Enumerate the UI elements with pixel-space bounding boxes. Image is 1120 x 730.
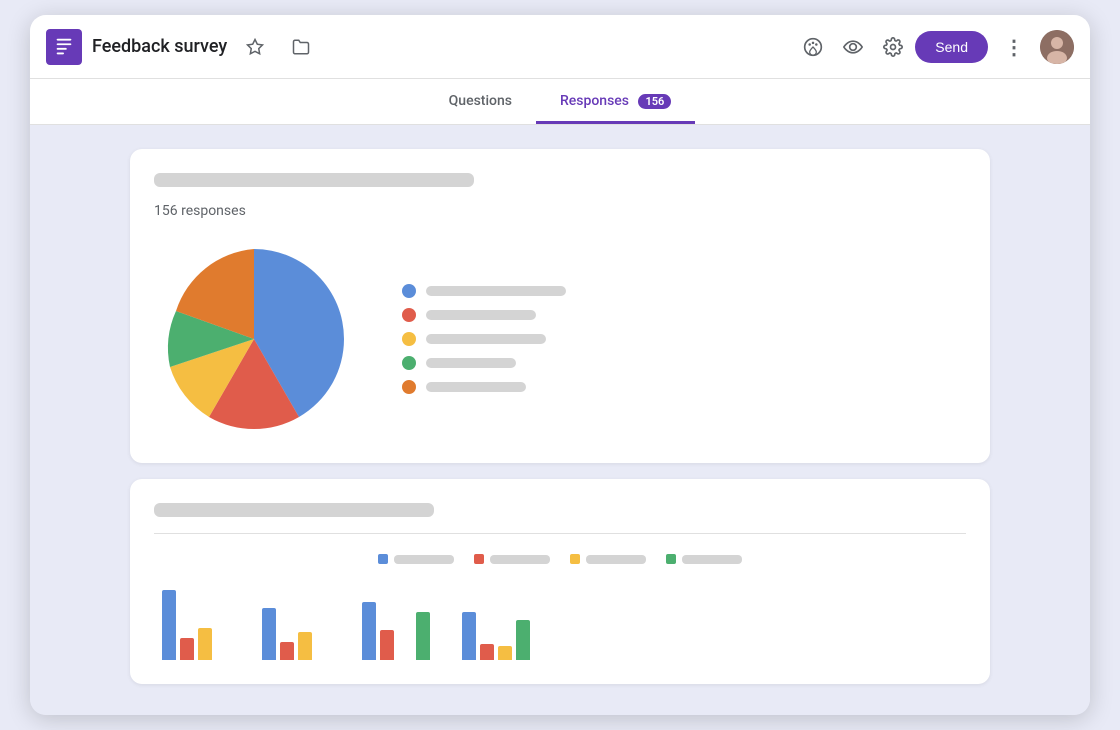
bar-group-4 — [462, 612, 530, 660]
header: Feedback survey — [30, 15, 1090, 79]
legend-dot-blue — [402, 284, 416, 298]
bar-4-2 — [480, 644, 494, 660]
bar-legend-text-2 — [490, 555, 550, 564]
bars-area — [154, 580, 966, 660]
legend-label-3 — [426, 334, 546, 344]
response-count: 156 responses — [154, 203, 966, 219]
bar-legend-square-yellow — [570, 554, 580, 564]
bar-legend-blue — [378, 554, 454, 564]
bar-1-3 — [198, 628, 212, 660]
legend-dot-red — [402, 308, 416, 322]
bar-1-1 — [162, 590, 176, 660]
card-title-skeleton — [154, 173, 474, 187]
legend-dot-green — [402, 356, 416, 370]
settings-icon[interactable] — [875, 29, 911, 65]
bar-1-2 — [180, 638, 194, 660]
chart-row — [154, 239, 966, 439]
legend-label-2 — [426, 310, 536, 320]
card-divider — [154, 533, 966, 534]
legend-item-orange — [402, 380, 566, 394]
legend-item-yellow — [402, 332, 566, 346]
responses-card: 156 responses — [130, 149, 990, 463]
star-icon[interactable] — [237, 29, 273, 65]
pie-chart — [154, 239, 354, 439]
send-button[interactable]: Send — [915, 31, 988, 63]
bar-legend-square-green — [666, 554, 676, 564]
app-window: Feedback survey — [30, 15, 1090, 715]
tab-questions[interactable]: Questions — [425, 79, 536, 124]
bar-chart-card — [130, 479, 990, 684]
legend-label-1 — [426, 286, 566, 296]
bar-legend-red — [474, 554, 550, 564]
legend-dot-orange — [402, 380, 416, 394]
preview-icon[interactable] — [835, 29, 871, 65]
bar-3-4 — [416, 612, 430, 660]
legend-item-blue — [402, 284, 566, 298]
tabs-bar: Questions Responses 156 — [30, 79, 1090, 125]
legend-label-5 — [426, 382, 526, 392]
bar-2-1 — [262, 608, 276, 660]
legend-label-4 — [426, 358, 516, 368]
bar-group-3 — [362, 602, 430, 660]
bar-3-2 — [380, 630, 394, 660]
avatar — [1040, 30, 1074, 64]
bar-legend-text-4 — [682, 555, 742, 564]
bar-legend-text-1 — [394, 555, 454, 564]
bar-4-4 — [516, 620, 530, 660]
bar-3-1 — [362, 602, 376, 660]
more-options-icon[interactable]: ⋮ — [996, 29, 1032, 65]
bar-legend-green — [666, 554, 742, 564]
header-right: Send ⋮ — [795, 29, 1074, 65]
main-content: 156 responses — [30, 125, 1090, 715]
legend-item-green — [402, 356, 566, 370]
legend-item-red — [402, 308, 566, 322]
bar-legend-square-blue — [378, 554, 388, 564]
bar-legend-yellow — [570, 554, 646, 564]
bar-chart-legend — [154, 546, 966, 564]
bar-group-2 — [262, 608, 330, 660]
avatar-image — [1040, 30, 1074, 64]
responses-badge: 156 — [638, 94, 671, 109]
bar-card-title-skeleton — [154, 503, 434, 517]
page-title: Feedback survey — [92, 36, 227, 57]
header-left: Feedback survey — [46, 29, 795, 65]
palette-icon[interactable] — [795, 29, 831, 65]
bar-4-3 — [498, 646, 512, 660]
folder-icon[interactable] — [283, 29, 319, 65]
form-icon — [46, 29, 82, 65]
bar-legend-text-3 — [586, 555, 646, 564]
bar-2-3 — [298, 632, 312, 660]
bar-2-2 — [280, 642, 294, 660]
bar-legend-square-red — [474, 554, 484, 564]
bar-4-1 — [462, 612, 476, 660]
legend-dot-yellow — [402, 332, 416, 346]
bar-group-1 — [162, 590, 230, 660]
chart-legend — [402, 284, 566, 394]
tab-responses[interactable]: Responses 156 — [536, 79, 695, 124]
